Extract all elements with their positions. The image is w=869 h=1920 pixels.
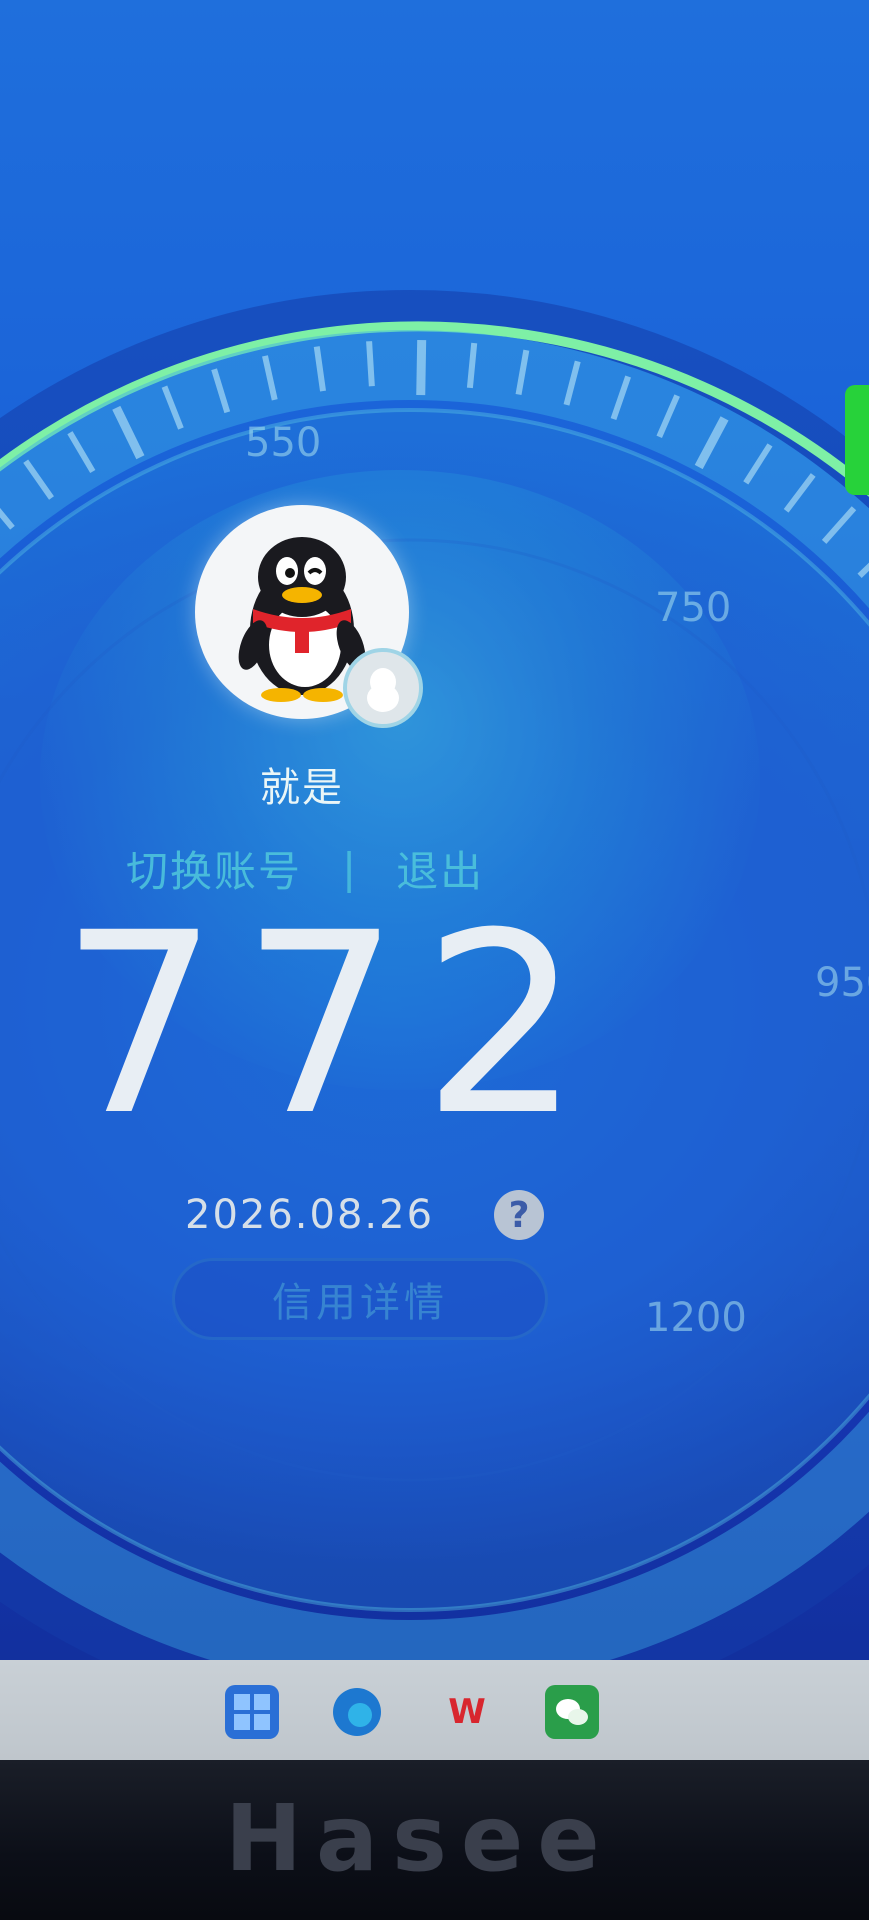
wps-icon[interactable]: W <box>440 1685 494 1739</box>
dial-tick-label: 750 <box>655 585 732 631</box>
taskbar: W <box>0 1660 869 1760</box>
photo-of-monitor: 550 750 950 1200 <box>0 0 869 1920</box>
dial-tick <box>563 360 581 406</box>
username: 就是 <box>260 765 344 811</box>
dial-tick <box>313 346 326 392</box>
dial-tick <box>161 385 184 430</box>
qq-badge-icon <box>343 648 423 728</box>
dial-tick <box>821 506 857 544</box>
credit-score-screen: 550 750 950 1200 <box>0 0 869 1660</box>
dial-tick <box>857 562 869 578</box>
windows-icon[interactable] <box>225 1685 279 1739</box>
dial-tick <box>416 340 427 396</box>
dial-tick <box>743 443 773 485</box>
dial-tick-label: 550 <box>245 420 322 466</box>
score-date-row: 2026.08.26 ? <box>185 1190 545 1240</box>
dial-tick <box>610 375 631 421</box>
dial-tick <box>211 368 231 414</box>
dial-tick <box>515 349 530 396</box>
credit-detail-button[interactable]: 信用详情 <box>172 1258 548 1340</box>
wechat-icon[interactable] <box>545 1685 599 1739</box>
dial-tick <box>112 405 145 460</box>
help-icon[interactable]: ? <box>494 1190 545 1240</box>
dial-tick-label: 950 <box>815 960 869 1006</box>
credit-score: 772 <box>60 879 604 1170</box>
dial-tick <box>694 416 729 470</box>
dial-tick <box>262 355 278 401</box>
dial-tick <box>366 341 375 387</box>
dial-tick <box>656 394 680 439</box>
dial-tick <box>67 431 96 474</box>
edge-browser-icon[interactable] <box>330 1685 384 1739</box>
dial-tick-label: 1200 <box>645 1295 747 1341</box>
dial-tick <box>23 459 54 500</box>
dial-tick <box>783 473 816 513</box>
dial-tick <box>466 342 478 389</box>
dial-tick <box>0 507 15 530</box>
score-date: 2026.08.26 <box>185 1192 435 1238</box>
brand-logo: Hasee <box>225 1785 614 1892</box>
side-tab[interactable] <box>845 385 869 495</box>
